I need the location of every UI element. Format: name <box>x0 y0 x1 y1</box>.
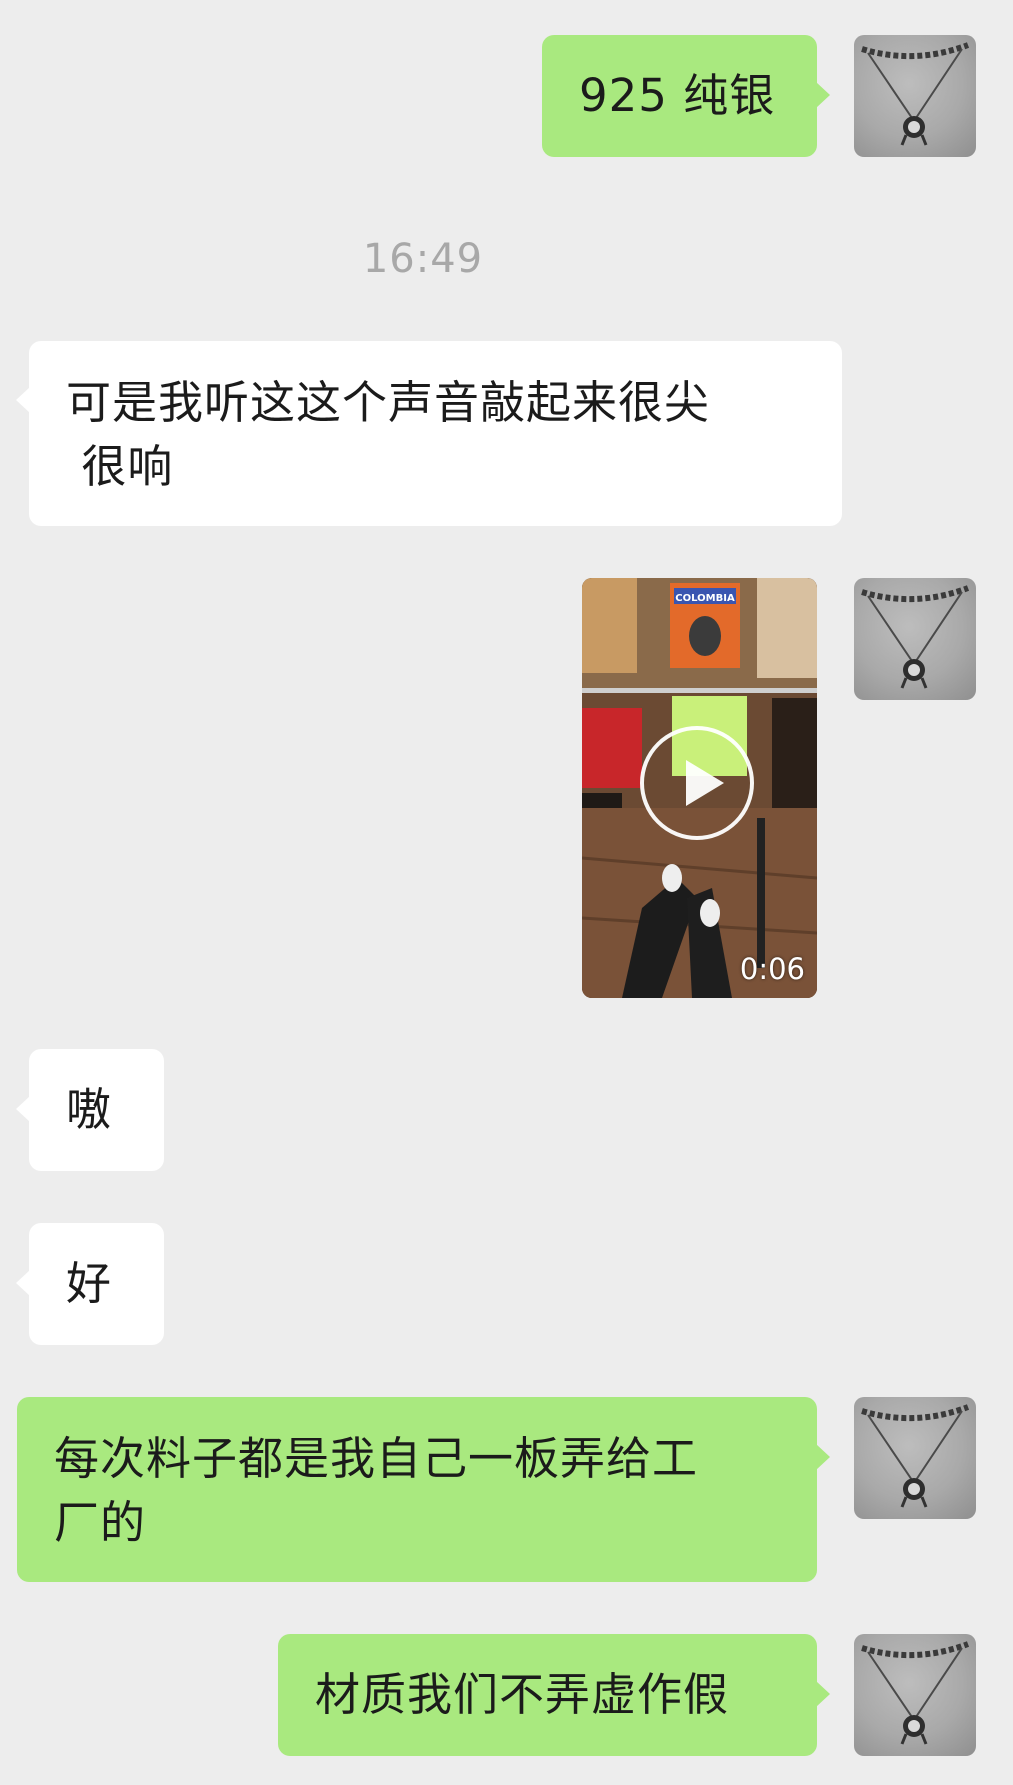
avatar[interactable] <box>854 1397 976 1519</box>
video-sign-text: COLOMBIA <box>675 593 735 604</box>
avatar[interactable] <box>854 578 976 700</box>
message-text: 可是我听这这个声音敲起来很尖 很响 <box>66 376 711 493</box>
message-text: 好 <box>66 1257 113 1310</box>
avatar[interactable] <box>854 35 976 157</box>
message-bubble-other[interactable]: 可是我听这这个声音敲起来很尖 很响 <box>16 341 842 526</box>
message-text: 材质我们不弄虚作假 <box>315 1668 730 1721</box>
message-bubble-other[interactable]: 好 <box>16 1223 164 1345</box>
avatar-necklace-photo <box>861 585 970 689</box>
message-bubble-self[interactable]: 材质我们不弄虚作假 <box>278 1634 830 1756</box>
video-message[interactable]: COLOMBIA 0:06 <box>582 578 817 998</box>
avatar-necklace-photo <box>861 1641 970 1745</box>
avatar-necklace-photo <box>861 1404 970 1508</box>
message-bubble-other[interactable]: 嗷 <box>16 1049 164 1171</box>
message-bubble-self[interactable]: 925 纯银 <box>542 35 830 157</box>
timestamp: 16:49 <box>362 236 484 282</box>
play-button[interactable] <box>640 726 754 840</box>
message-text: 每次料子都是我自己一板弄给工 厂的 <box>54 1432 699 1549</box>
message-text: 嗷 <box>66 1083 113 1136</box>
message-text: 925 纯银 <box>579 69 776 122</box>
message-bubble-self[interactable]: 每次料子都是我自己一板弄给工 厂的 <box>17 1397 830 1582</box>
play-icon <box>686 760 724 806</box>
avatar-necklace-photo <box>861 42 970 146</box>
video-duration: 0:06 <box>739 952 805 986</box>
avatar[interactable] <box>854 1634 976 1756</box>
